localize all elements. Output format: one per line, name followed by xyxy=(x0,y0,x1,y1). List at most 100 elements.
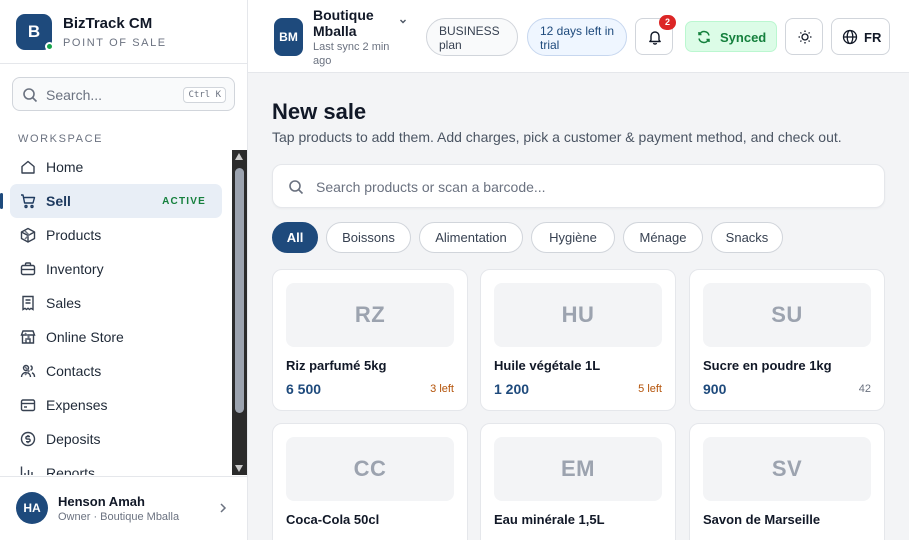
product-thumbnail: RZ xyxy=(286,283,454,347)
sync-status-label: Synced xyxy=(720,30,767,45)
sidebar-item-label: Home xyxy=(46,159,84,175)
plan-badge[interactable]: BUSINESS plan xyxy=(426,18,518,56)
chevron-right-icon xyxy=(220,503,227,513)
notification-count-badge: 2 xyxy=(659,15,676,30)
sidebar-item-online-store[interactable]: Online Store xyxy=(10,320,222,354)
shop-logo[interactable]: BM xyxy=(274,18,303,56)
product-thumbnail: SU xyxy=(703,283,871,347)
product-name: Huile végétale 1L xyxy=(494,358,601,373)
coin-icon xyxy=(20,431,36,447)
scroll-down-arrow[interactable] xyxy=(235,465,243,472)
topbar: BM Boutique Mballa Last sync 2 min ago B… xyxy=(248,0,909,73)
sync-status-button[interactable]: Synced xyxy=(685,21,777,52)
category-chip-snacks[interactable]: Snacks xyxy=(711,222,783,253)
chevron-down-icon[interactable] xyxy=(398,16,408,26)
product-price: 1 200 xyxy=(494,381,530,397)
product-name: Sucre en poudre 1kg xyxy=(703,358,832,373)
product-thumbnail: CC xyxy=(286,437,454,501)
sun-icon xyxy=(798,30,812,44)
sidebar: B BizTrack CM POINT OF SALE Search... Ct… xyxy=(0,0,248,540)
sidebar-item-home[interactable]: Home xyxy=(10,150,222,184)
search-icon xyxy=(289,180,304,195)
sidebar-item-label: Reports xyxy=(46,465,96,475)
category-chip-all[interactable]: All xyxy=(272,222,318,253)
globe-icon xyxy=(842,29,858,45)
chevron-right-icon xyxy=(24,230,31,240)
product-name: Coca-Cola 50cl xyxy=(286,512,380,527)
product-search-input[interactable]: Search products or scan a barcode... xyxy=(272,164,885,208)
refresh-icon xyxy=(698,30,710,44)
main-content: New sale Tap products to add them. Add c… xyxy=(248,74,909,540)
chevron-right-icon xyxy=(24,332,31,342)
notifications-button[interactable]: 2 xyxy=(635,15,676,55)
sidebar-search[interactable]: Search... Ctrl K xyxy=(12,77,235,111)
product-search-placeholder: Search products or scan a barcode... xyxy=(316,179,546,195)
language-label: FR xyxy=(864,30,882,45)
sidebar-item-label: Online Store xyxy=(46,329,124,345)
product-card[interactable]: CC Coca-Cola 50cl xyxy=(272,423,468,540)
sidebar-item-label: Products xyxy=(46,227,102,243)
section-label-workspace: WORKSPACE xyxy=(18,133,104,145)
page-subtitle: Tap products to add them. Add charges, p… xyxy=(272,129,842,145)
brand-name: BizTrack CM xyxy=(63,15,153,32)
category-chip-boissons[interactable]: Boissons xyxy=(326,222,411,253)
active-badge: ACTIVE xyxy=(162,196,206,207)
scroll-thumb[interactable] xyxy=(235,168,244,413)
product-thumbnail: EM xyxy=(494,437,662,501)
chevron-right-icon xyxy=(24,366,31,376)
sidebar-item-label: Contacts xyxy=(46,363,102,379)
product-card[interactable]: HU Huile végétale 1L 1 200 5 left xyxy=(480,269,676,411)
language-button[interactable]: FR xyxy=(831,18,890,55)
sidebar-item-label: Inventory xyxy=(46,261,104,277)
sidebar-scrollbar[interactable] xyxy=(232,150,247,475)
product-name: Savon de Marseille xyxy=(703,512,821,527)
online-status-dot xyxy=(45,42,54,51)
sidebar-item-deposits[interactable]: Deposits xyxy=(10,422,222,456)
sidebar-item-sell[interactable]: Sell ACTIVE xyxy=(0,184,222,218)
trial-badge[interactable]: 12 days left in trial xyxy=(527,18,627,56)
sidebar-nav: Home Sell ACTIVE Products Inventory Sale… xyxy=(0,150,232,475)
category-chip-menage[interactable]: Ménage xyxy=(623,222,703,253)
product-name: Eau minérale 1,5L xyxy=(494,512,605,527)
sidebar-item-label: Expenses xyxy=(46,397,108,413)
product-thumbnail: HU xyxy=(494,283,662,347)
sidebar-item-inventory[interactable]: Inventory xyxy=(10,252,222,286)
product-card[interactable]: SU Sucre en poudre 1kg 900 42 xyxy=(689,269,885,411)
sidebar-item-label: Deposits xyxy=(46,431,101,447)
user-profile[interactable]: HA Henson Amah Owner · Boutique Mballa xyxy=(0,476,247,540)
receipt-icon xyxy=(22,295,34,311)
user-role: Owner · Boutique Mballa xyxy=(58,511,180,523)
product-card[interactable]: RZ Riz parfumé 5kg 6 500 3 left xyxy=(272,269,468,411)
avatar: HA xyxy=(16,492,48,524)
sidebar-item-label: Sell xyxy=(46,193,71,209)
product-stock: 42 xyxy=(858,383,871,395)
sidebar-item-sales[interactable]: Sales xyxy=(10,286,222,320)
product-name: Riz parfumé 5kg xyxy=(286,358,387,373)
home-icon xyxy=(21,160,35,174)
brand-subtitle: POINT OF SALE xyxy=(63,37,167,49)
search-icon xyxy=(23,88,38,103)
theme-toggle-button[interactable] xyxy=(785,18,823,55)
product-card[interactable]: EM Eau minérale 1,5L xyxy=(480,423,676,540)
category-chip-hygiene[interactable]: Hygiène xyxy=(531,222,615,253)
sidebar-item-reports[interactable]: Reports xyxy=(10,456,222,475)
bell-icon xyxy=(649,31,661,45)
scroll-up-arrow[interactable] xyxy=(235,153,243,160)
last-sync-text: Last sync 2 min ago xyxy=(313,41,390,67)
page-title: New sale xyxy=(272,99,367,124)
trial-label: 12 days left in trial xyxy=(540,24,615,52)
active-indicator xyxy=(0,193,3,209)
wallet-icon xyxy=(20,399,36,412)
sidebar-item-contacts[interactable]: Contacts xyxy=(10,354,222,388)
sidebar-item-expenses[interactable]: Expenses xyxy=(10,388,222,422)
sidebar-item-label: Sales xyxy=(46,295,82,311)
sidebar-item-products[interactable]: Products xyxy=(10,218,222,252)
product-stock: 5 left xyxy=(638,383,662,395)
cart-icon xyxy=(21,194,36,209)
brand-header[interactable]: B BizTrack CM POINT OF SALE xyxy=(0,0,247,64)
shop-switcher[interactable]: Boutique Mballa xyxy=(313,7,393,39)
briefcase-icon xyxy=(20,262,36,276)
category-chip-alimentation[interactable]: Alimentation xyxy=(419,222,523,253)
search-placeholder: Search... xyxy=(46,87,103,103)
product-card[interactable]: SV Savon de Marseille xyxy=(689,423,885,540)
